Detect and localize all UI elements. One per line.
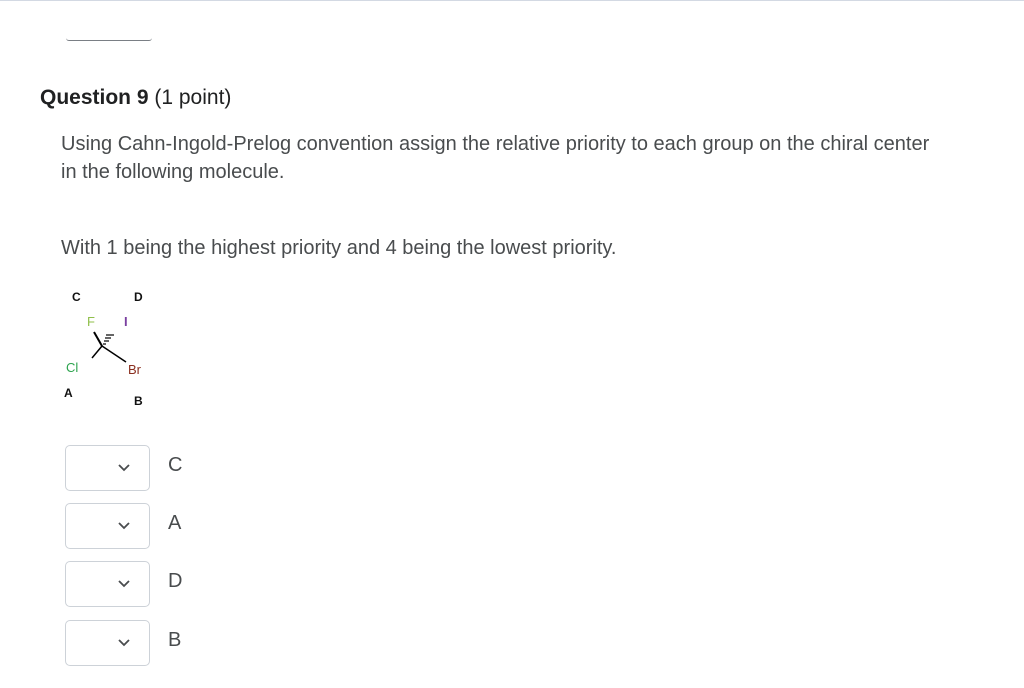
label-d: D <box>134 290 143 304</box>
question-prompt: Using Cahn-Ingold-Prelog convention assi… <box>61 133 930 183</box>
previous-answer-blank <box>66 38 152 41</box>
quiz-page: Question 9 (1 point) Using Cahn-Ingold-P… <box>0 0 1024 688</box>
atom-bromine: Br <box>128 362 141 377</box>
chevron-down-icon <box>118 639 130 647</box>
atom-iodine: I <box>124 314 128 329</box>
fluorine-bond <box>93 331 103 347</box>
choice-letter: D <box>168 570 183 592</box>
label-c: C <box>72 290 81 304</box>
question-header: Question 9 (1 point) <box>40 86 231 110</box>
label-a: A <box>64 386 73 400</box>
molecule-structure: C D F I Cl Br A B <box>56 286 166 410</box>
chlorine-bond <box>91 345 103 359</box>
choice-letter: C <box>168 454 183 476</box>
atom-fluorine: F <box>87 314 95 329</box>
priority-select-2[interactable] <box>65 503 150 549</box>
question-title: Question 9 <box>40 86 149 109</box>
choice-letter: A <box>168 512 182 534</box>
atom-chlorine: Cl <box>66 360 79 375</box>
chevron-down-icon <box>118 464 130 472</box>
question-points: (1 point) <box>154 86 232 109</box>
top-divider <box>0 0 1024 1</box>
question-instruction: With 1 being the highest priority and 4 … <box>61 237 617 259</box>
priority-select-3[interactable] <box>65 561 150 607</box>
iodine-hashed-bond <box>103 334 114 345</box>
priority-select-1[interactable] <box>65 445 150 491</box>
chevron-down-icon <box>118 522 130 530</box>
label-b: B <box>134 394 143 408</box>
bromine-bond <box>101 345 127 363</box>
priority-select-4[interactable] <box>65 620 150 666</box>
chevron-down-icon <box>118 580 130 588</box>
choice-letter: B <box>168 629 182 651</box>
